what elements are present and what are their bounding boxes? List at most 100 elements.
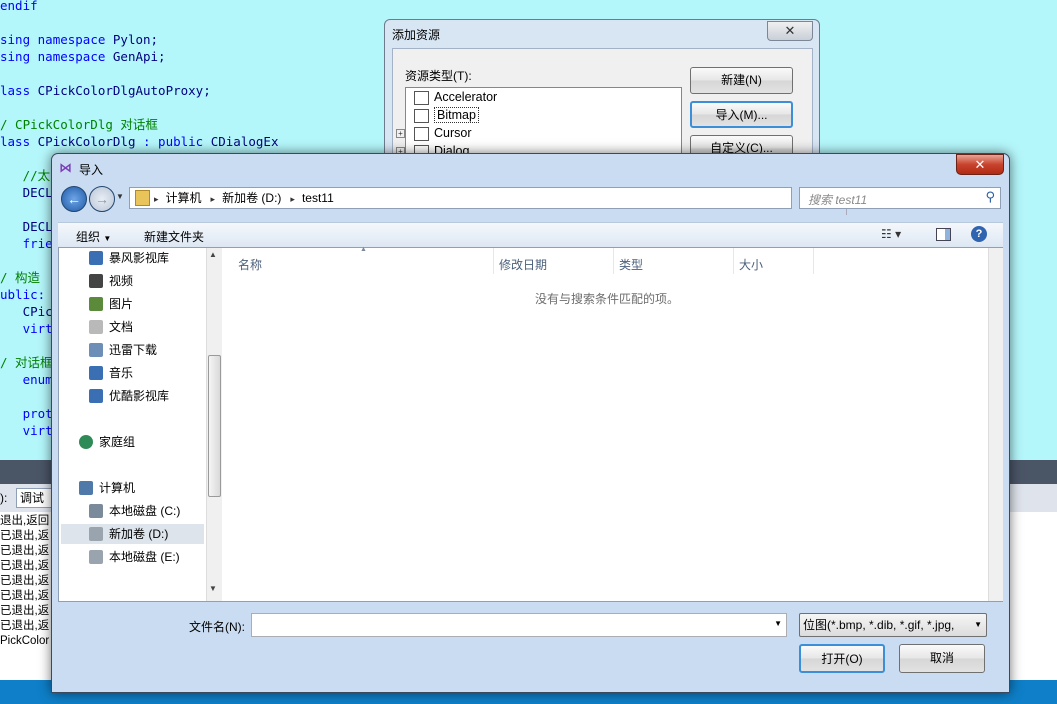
organize-menu[interactable]: 组织 ▼ xyxy=(76,228,111,245)
breadcrumb-separator-icon[interactable]: ▸ xyxy=(154,194,159,204)
computer-icon xyxy=(79,481,93,495)
back-button[interactable]: ← xyxy=(61,186,87,212)
nav-item[interactable]: 新加卷 (D:) xyxy=(61,524,204,544)
output-source-label: ): xyxy=(0,491,8,505)
new-resource-button[interactable]: 新建(N) xyxy=(690,67,793,94)
column-divider[interactable] xyxy=(493,248,494,274)
output-line: 退出,返回 xyxy=(0,515,50,527)
open-button[interactable]: 打开(O) xyxy=(799,644,885,673)
nav-item[interactable]: 本地磁盘 (C:) xyxy=(89,501,180,521)
tree-item-cursor[interactable]: + Cursor xyxy=(396,124,472,142)
navigation-pane[interactable]: 暴风影视库视频图片文档迅雷下载音乐优酷影视库家庭组计算机本地磁盘 (C:) 新加卷… xyxy=(59,248,206,601)
file-list-scrollbar[interactable] xyxy=(988,248,1003,601)
visual-studio-icon: ⋈ xyxy=(59,160,72,175)
output-line: 已退出,返 xyxy=(0,605,50,617)
column-divider[interactable] xyxy=(733,248,734,274)
code-line: / 对话框 xyxy=(0,355,53,370)
folder-icon xyxy=(135,190,150,206)
close-button[interactable]: ✕ xyxy=(956,154,1004,175)
media-library-icon xyxy=(89,251,103,265)
nav-item[interactable]: 暴风影视库 xyxy=(89,248,169,268)
cancel-button[interactable]: 取消 xyxy=(899,644,985,673)
code-line: prot xyxy=(0,406,53,421)
chevron-down-icon: ▼ xyxy=(103,234,112,243)
scroll-down-icon[interactable]: ▼ xyxy=(209,584,217,593)
nav-item[interactable]: 音乐 xyxy=(89,363,133,383)
new-folder-button[interactable]: 新建文件夹 xyxy=(144,228,204,245)
search-icon[interactable]: ⚲ xyxy=(985,189,995,205)
accelerator-icon xyxy=(414,91,429,105)
breadcrumb-item[interactable]: 新加卷 (D:) xyxy=(222,191,281,205)
code-line: / CPickColorDlg 对话框 xyxy=(0,117,158,132)
file-type-select[interactable]: 位图(*.bmp, *.dib, *.gif, *.jpg, ▼ xyxy=(799,613,987,637)
system-drive-icon xyxy=(89,504,103,518)
empty-folder-message: 没有与搜索条件匹配的项。 xyxy=(534,292,679,306)
nav-item[interactable]: 优酷影视库 xyxy=(89,386,169,406)
nav-item[interactable]: 本地磁盘 (E:) xyxy=(89,547,180,567)
code-line: CPic xyxy=(0,304,53,319)
help-icon[interactable]: ? xyxy=(971,226,987,242)
file-type-dropdown-icon: ▼ xyxy=(972,614,982,636)
file-list[interactable]: 名称 修改日期 类型 大小 ▲ 没有与搜索条件匹配的项。 xyxy=(222,246,1003,601)
homegroup-icon xyxy=(79,435,93,449)
code-line: DECL xyxy=(0,219,53,234)
breadcrumb-item[interactable]: test11 xyxy=(302,191,334,205)
breadcrumb-separator-icon[interactable]: ▸ xyxy=(211,194,216,204)
document-icon xyxy=(89,320,103,334)
view-options-icon[interactable]: ☷ ▾ xyxy=(881,227,901,241)
forward-button[interactable]: → xyxy=(89,186,115,212)
output-line: 已退出,返 xyxy=(0,620,50,632)
expand-icon[interactable]: + xyxy=(396,129,405,138)
code-line: frie xyxy=(0,236,53,251)
nav-item[interactable]: 视频 xyxy=(89,271,133,291)
add-resource-close-button[interactable]: ✕ xyxy=(767,21,813,41)
column-header[interactable]: 类型 xyxy=(619,256,643,273)
column-header[interactable]: 名称 xyxy=(238,256,262,273)
column-divider[interactable] xyxy=(613,248,614,274)
music-icon xyxy=(89,366,103,380)
code-line: DECL xyxy=(0,185,53,200)
tree-item-bitmap[interactable]: Bitmap xyxy=(414,106,479,124)
filename-dropdown-icon[interactable]: ▼ xyxy=(774,619,782,628)
preview-pane-icon[interactable] xyxy=(936,228,951,241)
nav-item[interactable]: 迅雷下载 xyxy=(89,340,157,360)
scroll-thumb[interactable] xyxy=(208,355,221,497)
nav-item[interactable]: 文档 xyxy=(89,317,133,337)
breadcrumb-separator-icon[interactable]: ▸ xyxy=(290,194,295,204)
search-input[interactable]: 搜索 test11 xyxy=(808,191,867,208)
code-line: ublic: xyxy=(0,287,46,302)
forward-arrow-icon: → xyxy=(95,191,109,207)
column-header[interactable]: 修改日期 xyxy=(499,256,547,273)
recent-locations-chevron-icon[interactable]: ▼ xyxy=(116,192,124,201)
download-folder-icon xyxy=(89,343,103,357)
drive-icon xyxy=(89,527,103,541)
code-line: lass CPickColorDlgAutoProxy; xyxy=(0,83,211,98)
video-icon xyxy=(89,274,103,288)
import-resource-button[interactable]: 导入(M)... xyxy=(690,101,793,128)
code-line: virt xyxy=(0,423,53,438)
nav-item[interactable]: 计算机 xyxy=(79,478,135,498)
code-line: sing namespace GenApi; xyxy=(0,49,166,64)
scroll-up-icon[interactable]: ▲ xyxy=(209,250,217,259)
output-line: 已退出,返 xyxy=(0,560,50,572)
column-header[interactable]: 大小 xyxy=(739,256,763,273)
import-dialog: ⋈ 导入 ✕ ← → ▼ ▸计算机▸新加卷 (D:)▸test11 ⇆ 搜索 t… xyxy=(51,153,1010,693)
tree-item-accelerator[interactable]: Accelerator xyxy=(414,88,497,106)
cursor-icon xyxy=(414,127,429,141)
filename-input[interactable]: ▼ xyxy=(251,613,787,637)
nav-item[interactable]: 家庭组 xyxy=(79,432,135,452)
import-dialog-title: 导入 xyxy=(79,163,104,177)
sort-indicator-icon: ▲ xyxy=(360,246,367,253)
address-bar[interactable]: ▸计算机▸新加卷 (D:)▸test11 ⇆ xyxy=(129,187,864,215)
code-line: virt xyxy=(0,321,53,336)
search-box[interactable]: 搜索 test11 ⚲ xyxy=(799,187,1001,209)
output-line: 已退出,返 xyxy=(0,545,50,557)
navigation-scrollbar[interactable]: ▲ ▼ xyxy=(206,248,222,601)
column-divider[interactable] xyxy=(813,248,814,274)
drive-icon xyxy=(89,550,103,564)
nav-item[interactable]: 图片 xyxy=(89,294,133,314)
breadcrumb-item[interactable]: 计算机 xyxy=(166,191,202,205)
code-line: lass CPickColorDlg : public CDialogEx xyxy=(0,134,279,149)
back-arrow-icon: ← xyxy=(67,191,81,207)
breadcrumb[interactable]: ▸ 计算机 ▸ 新加卷 (D:) ▸ test11 xyxy=(154,188,343,208)
